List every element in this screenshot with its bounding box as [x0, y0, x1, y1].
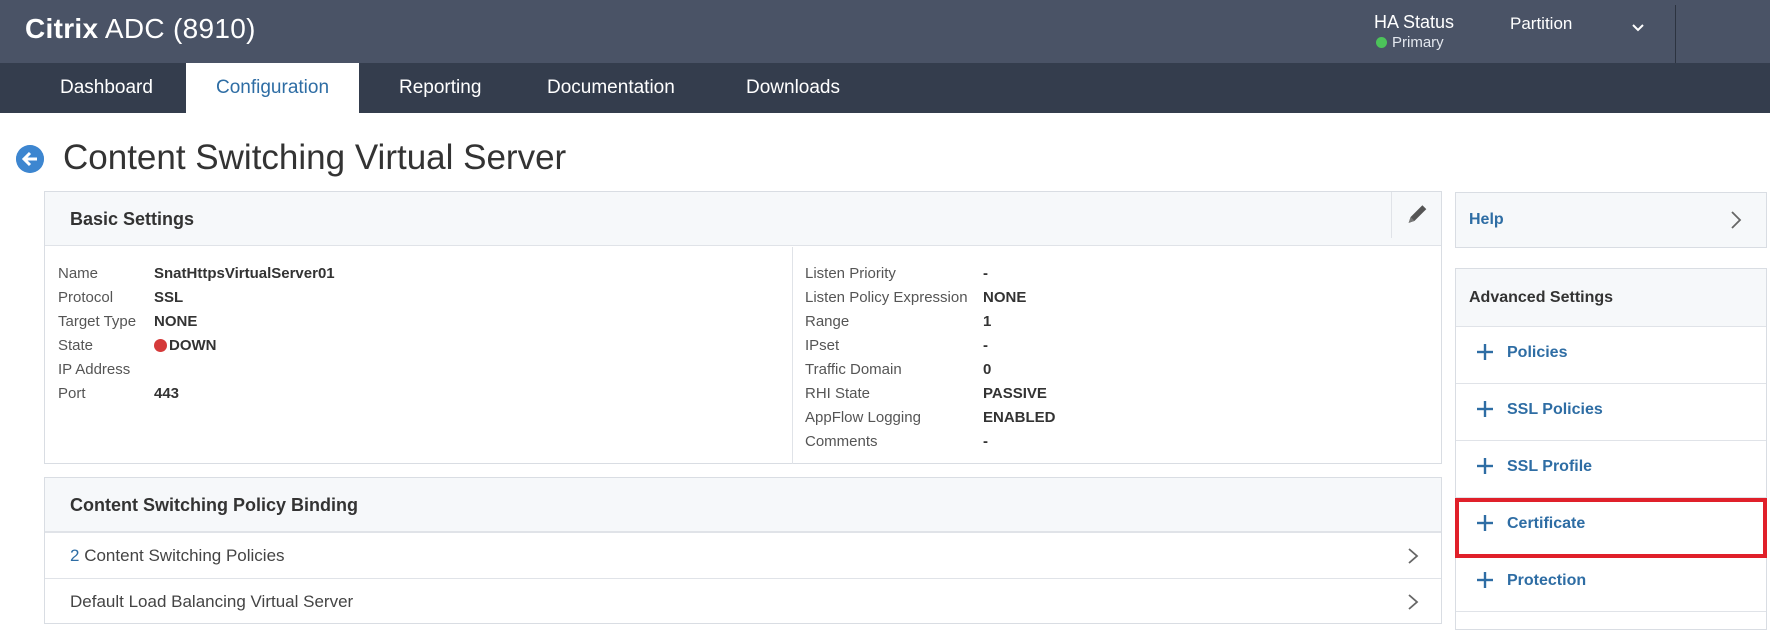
setting-row: Protocol SSL	[58, 289, 184, 306]
advanced-item-label: SSL Policies	[1507, 401, 1603, 418]
setting-row: Range 1	[805, 313, 992, 330]
setting-row: State DOWN	[58, 334, 335, 358]
ha-status-label: HA Status	[1374, 12, 1455, 32]
status-ok-icon	[1376, 36, 1387, 48]
state-value: DOWN	[169, 337, 217, 354]
tab-configuration[interactable]: Configuration	[186, 63, 360, 113]
basic-settings-panel: Basic Settings Name SnatHttpsVirtualServe…	[44, 191, 1442, 464]
page-title: Content Switching Virtual Server	[63, 138, 567, 177]
setting-row: Comments -	[805, 433, 988, 450]
setting-row: IP Address	[58, 361, 131, 378]
setting-row: Name SnatHttpsVirtualServer01	[58, 265, 335, 282]
advanced-item-protection[interactable]: Protection	[1456, 555, 1766, 612]
brand-model: ADC (8910)	[104, 13, 256, 44]
tab-downloads[interactable]: Downloads	[716, 63, 870, 113]
setting-row: Listen Priority -	[805, 265, 988, 282]
tab-dashboard[interactable]: Dashboard	[30, 63, 183, 113]
brand-logo: Citrix ADC (8910)	[25, 13, 256, 45]
default-lb-label: Default Load Balancing Virtual Server	[70, 592, 354, 611]
plus-icon	[1477, 572, 1493, 588]
basic-settings-left: Name SnatHttpsVirtualServer01 Protocol SSL…	[58, 262, 335, 406]
help-panel[interactable]: Help	[1455, 192, 1767, 248]
advanced-item-label: Policies	[1507, 344, 1568, 361]
policy-binding-panel: Content Switching Policy Binding 2 Conte…	[44, 477, 1442, 624]
header-divider	[1675, 5, 1676, 63]
policy-row-label: Content Switching Policies	[84, 546, 285, 565]
help-label: Help	[1469, 211, 1504, 228]
setting-row: IPset -	[805, 337, 988, 354]
chevron-right-icon	[1731, 211, 1742, 229]
plus-icon	[1477, 401, 1493, 417]
tab-documentation[interactable]: Documentation	[517, 63, 705, 113]
advanced-item-ssl-policies[interactable]: SSL Policies	[1456, 384, 1766, 441]
tab-reporting[interactable]: Reporting	[369, 63, 511, 113]
setting-row: RHI State PASSIVE	[805, 385, 1047, 402]
basic-settings-title: Basic Settings	[45, 192, 1441, 246]
advanced-item-ssl-profile[interactable]: SSL Profile	[1456, 441, 1766, 498]
advanced-item-label: SSL Profile	[1507, 458, 1593, 475]
state-down-icon	[154, 338, 167, 352]
ha-status-value: Primary	[1374, 34, 1454, 51]
edit-pencil-icon[interactable]	[1391, 192, 1441, 238]
chevron-down-icon[interactable]	[1627, 17, 1649, 39]
setting-row: Target Type NONE	[58, 313, 198, 330]
setting-row: AppFlow Logging ENABLED	[805, 409, 1056, 426]
brand-name: Citrix	[25, 13, 99, 44]
plus-icon	[1477, 458, 1493, 474]
setting-row: Listen Policy Expression NONE	[805, 289, 1027, 306]
advanced-item-policies[interactable]: Policies	[1456, 327, 1766, 384]
basic-settings-right: Listen Priority - Listen Policy Expressio…	[805, 262, 1056, 454]
top-header: Citrix ADC (8910) HA Status Primary Part…	[0, 0, 1770, 63]
chevron-right-icon	[1408, 594, 1419, 610]
advanced-settings-panel: Advanced Settings Policies SSL Policies …	[1455, 268, 1767, 630]
policy-count: 2	[70, 546, 80, 565]
main-nav: Dashboard Configuration Reporting Docume…	[0, 63, 1770, 113]
ha-status-text: Primary	[1392, 34, 1444, 51]
partition-label[interactable]: Partition	[1510, 14, 1572, 34]
column-divider	[792, 247, 793, 464]
chevron-right-icon	[1408, 548, 1419, 564]
setting-row: Port 443	[58, 385, 180, 402]
back-arrow-icon[interactable]	[16, 145, 44, 173]
certificate-highlight-box	[1455, 498, 1767, 558]
policy-binding-title: Content Switching Policy Binding	[45, 478, 1441, 532]
content-switching-policies-row[interactable]: 2 Content Switching Policies	[45, 532, 1441, 578]
advanced-item-label: Protection	[1507, 572, 1587, 589]
ha-status: HA Status Primary	[1374, 12, 1454, 51]
plus-icon	[1477, 344, 1493, 360]
default-lb-server-row[interactable]: Default Load Balancing Virtual Server	[45, 578, 1441, 624]
setting-row: Traffic Domain 0	[805, 361, 992, 378]
advanced-settings-title: Advanced Settings	[1456, 269, 1766, 327]
